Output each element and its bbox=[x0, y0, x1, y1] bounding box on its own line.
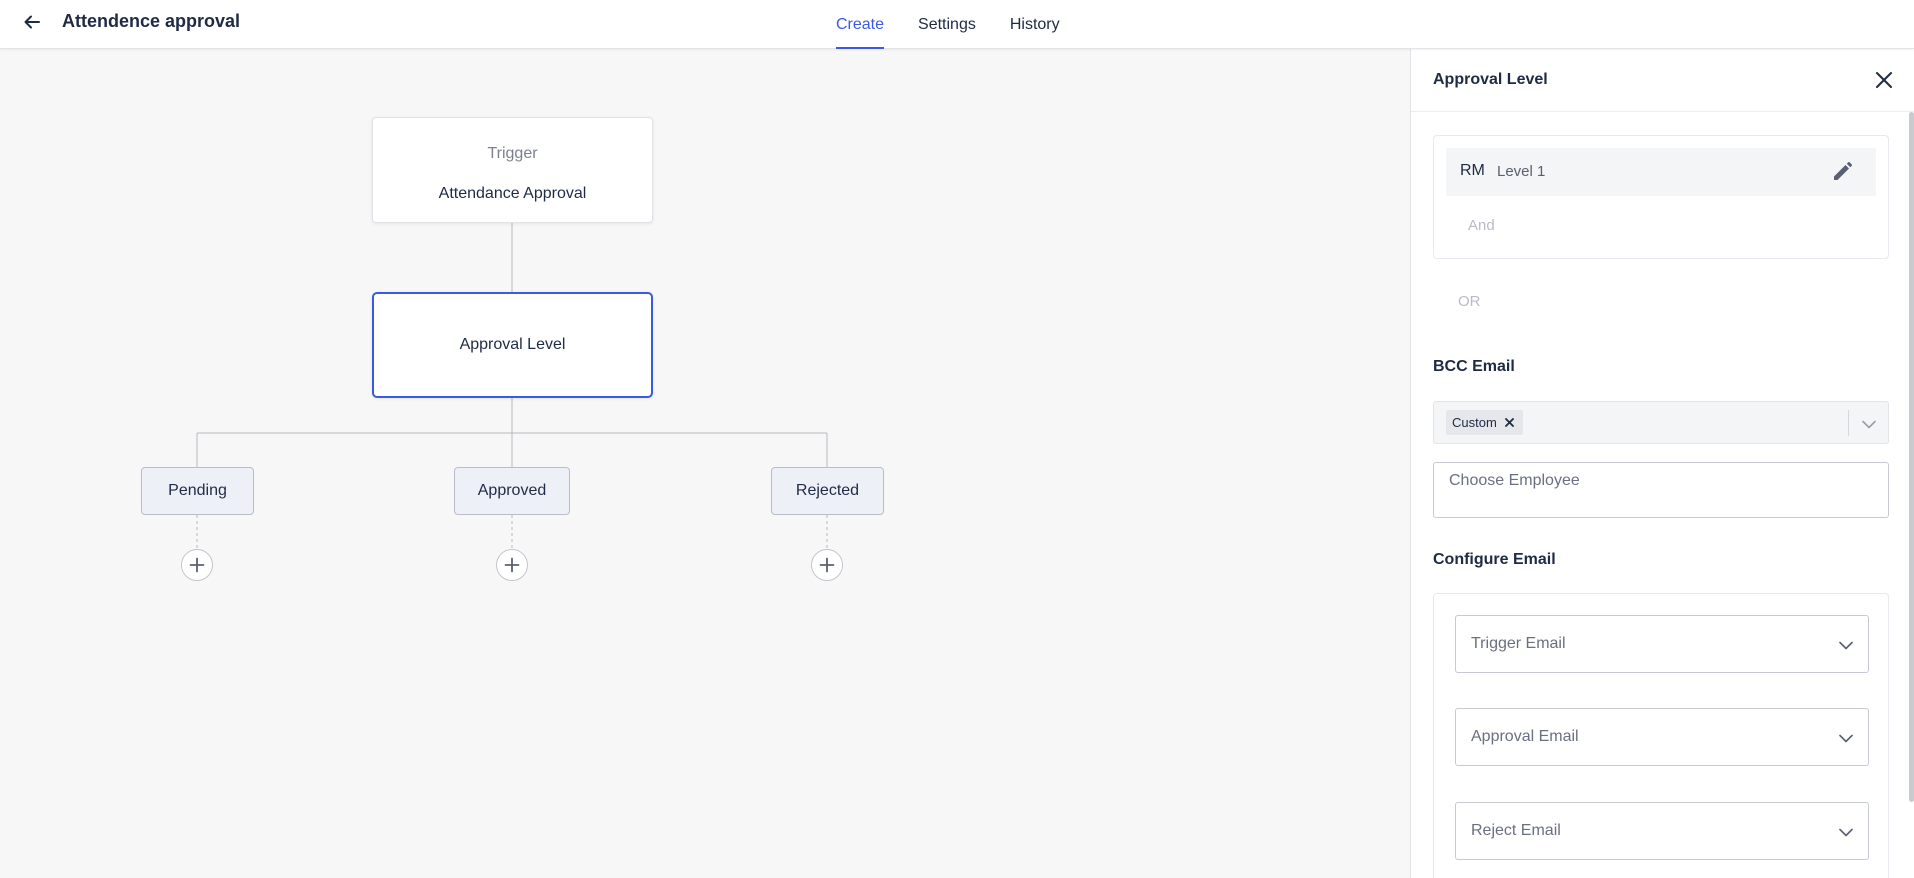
status-node-rejected[interactable]: Rejected bbox=[771, 467, 884, 515]
reject-email-select[interactable]: Reject Email bbox=[1455, 802, 1869, 860]
status-node-label: Pending bbox=[168, 482, 227, 499]
approval-level-node[interactable]: Approval Level bbox=[372, 292, 653, 398]
approval-level-card: RM Level 1 And bbox=[1433, 135, 1889, 259]
trigger-node-name: Attendance Approval bbox=[438, 185, 587, 202]
status-node-approved[interactable]: Approved bbox=[454, 467, 570, 515]
approver-role: RM bbox=[1460, 162, 1485, 179]
top-bar: Attendence approval Create Settings Hist… bbox=[0, 0, 1914, 49]
trigger-node[interactable]: Trigger Attendance Approval bbox=[372, 117, 653, 223]
chip-label: Custom bbox=[1452, 415, 1497, 430]
select-divider bbox=[1848, 410, 1849, 436]
trigger-email-select[interactable]: Trigger Email bbox=[1455, 615, 1869, 673]
flow-connectors bbox=[196, 223, 828, 549]
plus-icon bbox=[819, 557, 835, 573]
add-step-button-rejected[interactable] bbox=[811, 549, 843, 581]
status-node-pending[interactable]: Pending bbox=[141, 467, 254, 515]
select-label: Reject Email bbox=[1471, 822, 1561, 839]
chevron-down-icon bbox=[1836, 822, 1856, 842]
close-icon bbox=[1505, 417, 1515, 427]
select-label: Trigger Email bbox=[1471, 635, 1566, 652]
plus-icon bbox=[189, 557, 205, 573]
choose-employee-input[interactable] bbox=[1433, 462, 1889, 518]
tab-bar: Create Settings History bbox=[836, 0, 1094, 49]
bcc-email-label: BCC Email bbox=[1433, 358, 1515, 375]
back-button[interactable] bbox=[18, 8, 46, 36]
chevron-down-icon bbox=[1859, 414, 1879, 434]
custom-chip: Custom bbox=[1446, 410, 1523, 435]
bcc-email-select[interactable]: Custom bbox=[1433, 401, 1889, 444]
page-title: Attendence approval bbox=[62, 11, 241, 31]
select-label: Approval Email bbox=[1471, 728, 1579, 745]
panel-header: Approval Level bbox=[1411, 49, 1914, 112]
approver-row: RM Level 1 bbox=[1446, 148, 1876, 196]
panel-title: Approval Level bbox=[1433, 71, 1548, 88]
add-step-button-pending[interactable] bbox=[181, 549, 213, 581]
workflow-canvas: Trigger Attendance Approval Approval Lev… bbox=[0, 49, 1410, 878]
approval-level-node-label: Approval Level bbox=[459, 336, 566, 353]
add-step-button-approved[interactable] bbox=[496, 549, 528, 581]
close-icon bbox=[1876, 72, 1892, 88]
arrow-left-icon bbox=[24, 15, 40, 29]
close-panel-button[interactable] bbox=[1871, 67, 1897, 93]
configure-email-label: Configure Email bbox=[1433, 551, 1556, 568]
tab-create[interactable]: Create bbox=[836, 0, 885, 49]
plus-icon bbox=[504, 557, 520, 573]
pencil-icon bbox=[1834, 162, 1852, 180]
configure-email-card: Trigger Email Approval Email Reject Emai… bbox=[1433, 593, 1889, 878]
chip-remove-button[interactable] bbox=[1503, 415, 1517, 429]
tab-history[interactable]: History bbox=[1010, 0, 1060, 49]
approval-level-panel: Approval Level RM Level 1 And OR BCC Ema… bbox=[1410, 49, 1914, 878]
trigger-node-type: Trigger bbox=[487, 145, 538, 162]
and-label[interactable]: And bbox=[1468, 217, 1495, 234]
chevron-down-icon bbox=[1836, 728, 1856, 748]
status-node-label: Rejected bbox=[795, 482, 860, 499]
status-node-label: Approved bbox=[477, 482, 547, 499]
panel-scrollbar[interactable] bbox=[1909, 112, 1914, 802]
approval-email-select[interactable]: Approval Email bbox=[1455, 708, 1869, 766]
tab-settings[interactable]: Settings bbox=[918, 0, 976, 49]
chevron-down-icon bbox=[1836, 635, 1856, 655]
edit-level-button[interactable] bbox=[1828, 158, 1856, 186]
or-label[interactable]: OR bbox=[1458, 293, 1481, 310]
approver-level-name: Level 1 bbox=[1497, 163, 1546, 180]
